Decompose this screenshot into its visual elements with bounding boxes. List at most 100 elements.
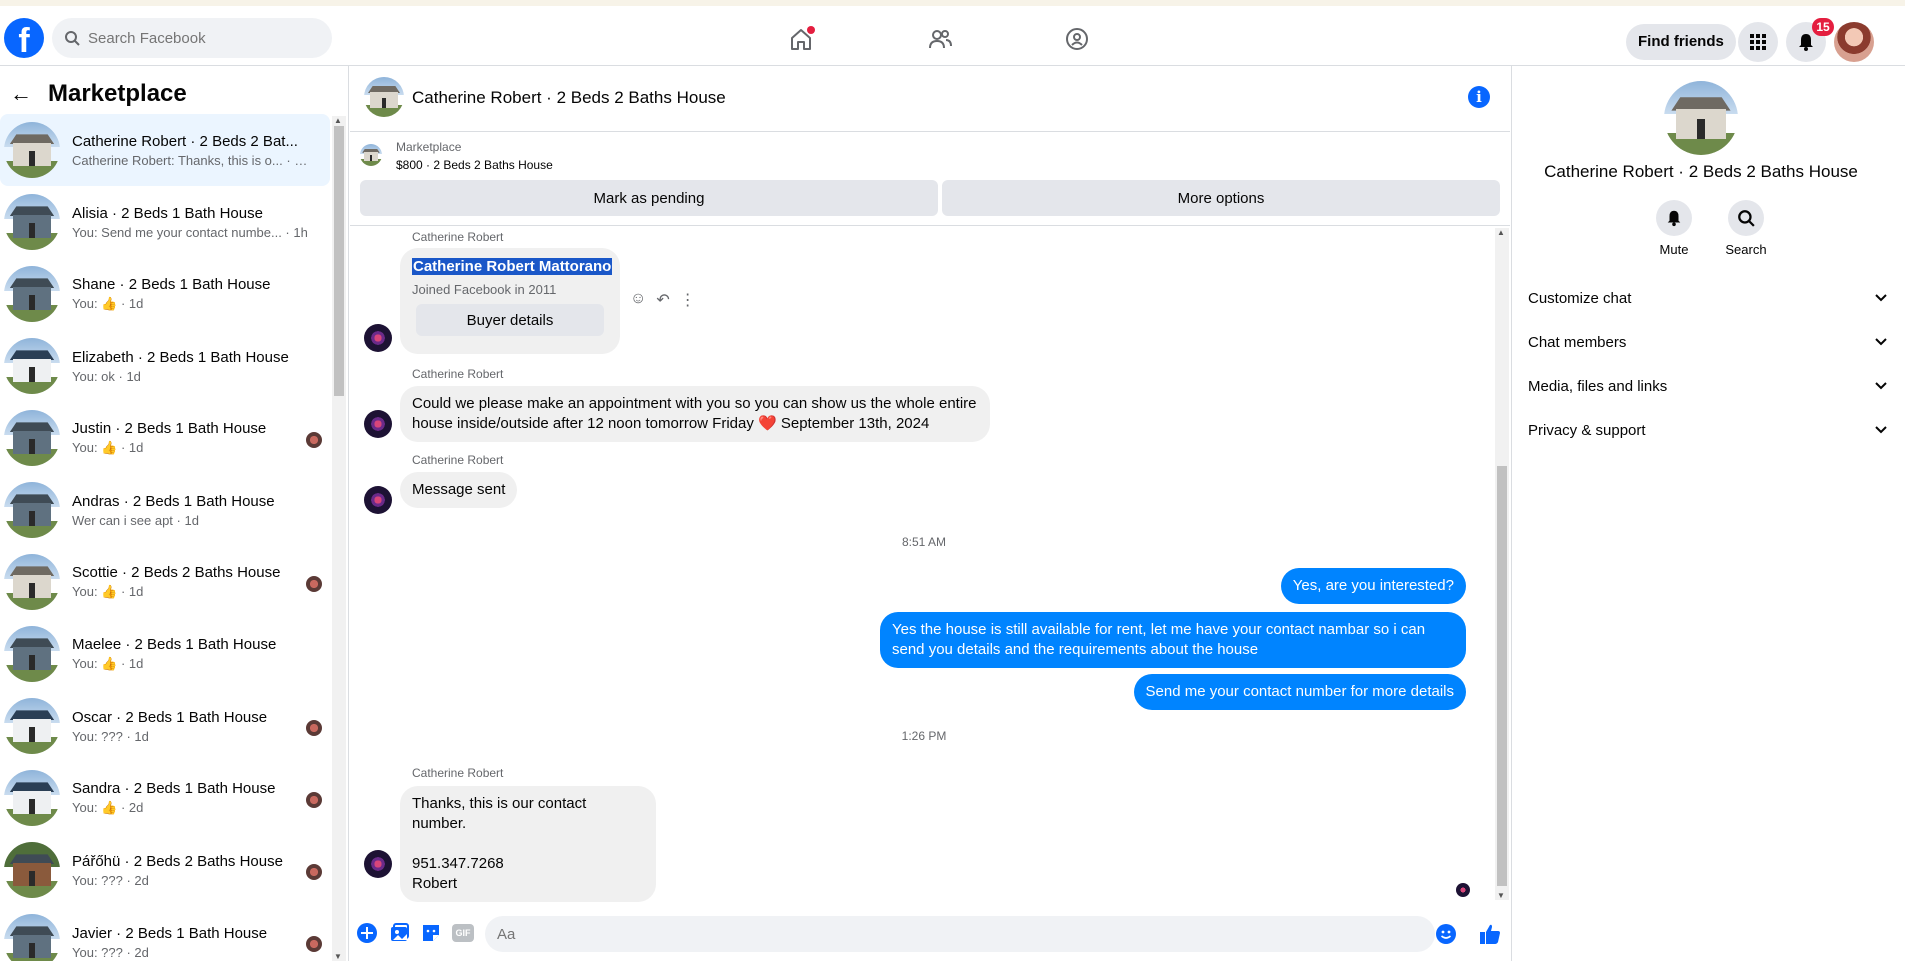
- sidebar-scrollbar-thumb[interactable]: [334, 126, 344, 396]
- mute-button[interactable]: Mute: [1644, 200, 1704, 257]
- scroll-down-arrow-icon[interactable]: ▼: [334, 952, 342, 961]
- chat-members-row[interactable]: Chat members: [1528, 320, 1888, 364]
- seen-by-avatar: [306, 864, 322, 880]
- message-composer: GIF: [350, 902, 1510, 961]
- top-navigation: f Find friends 15: [0, 0, 1905, 66]
- search-icon: [65, 31, 80, 46]
- sender-avatar[interactable]: [364, 324, 392, 352]
- incoming-message[interactable]: Could we please make an appointment with…: [400, 386, 990, 442]
- find-friends-button[interactable]: Find friends: [1626, 24, 1736, 60]
- conversation-item[interactable]: Javier · 2 Beds 1 Bath House You: ??? · 2…: [0, 906, 330, 961]
- message-timestamp: 1:26 PM: [901, 729, 947, 743]
- sender-name: Catherine Robert: [412, 367, 504, 381]
- conversation-preview: You: 👍 · 1d: [72, 584, 144, 599]
- conversation-preview: You: ??? · 2d: [72, 944, 149, 960]
- buyer-profile-card: Catherine Robert Mattorano Joined Facebo…: [400, 248, 620, 354]
- chat-listing-thumbnail[interactable]: [364, 77, 404, 117]
- row-label: Privacy & support: [1528, 421, 1646, 439]
- sender-avatar[interactable]: [364, 410, 392, 438]
- conversation-item[interactable]: Elizabeth · 2 Beds 1 Bath House You: ok ·…: [0, 330, 330, 402]
- message-line: Robert: [412, 875, 458, 892]
- menu-grid-icon[interactable]: [1738, 22, 1778, 62]
- marketplace-sidebar: ← Marketplace Catherine Robert · 2 Beds …: [0, 66, 349, 961]
- customize-chat-row[interactable]: Customize chat: [1528, 276, 1888, 320]
- conversation-item[interactable]: Andras · 2 Beds 1 Bath House Wer can i se…: [0, 474, 330, 546]
- buyer-joined-date: Joined Facebook in 2011: [412, 282, 557, 297]
- gif-icon[interactable]: GIF: [452, 924, 474, 942]
- privacy-support-row[interactable]: Privacy & support: [1528, 408, 1888, 452]
- listing-photo[interactable]: [1664, 81, 1738, 155]
- friends-icon[interactable]: [925, 24, 955, 54]
- conversation-item[interactable]: Catherine Robert · 2 Beds 2 Bat... Cather…: [0, 114, 330, 186]
- listing-thumbnail: [4, 770, 60, 826]
- home-icon[interactable]: [786, 24, 816, 54]
- conversation-item[interactable]: Maelee · 2 Beds 1 Bath House You: 👍 · 1d: [0, 618, 330, 690]
- search-input[interactable]: [88, 29, 308, 47]
- listing-thumbnail: [4, 338, 60, 394]
- details-title: Catherine Robert · 2 Beds 2 Baths House: [1544, 162, 1858, 181]
- outgoing-message[interactable]: Yes the house is still available for ren…: [880, 612, 1466, 668]
- chat-title[interactable]: Catherine Robert · 2 Beds 2 Baths House: [412, 88, 726, 108]
- plus-circle-icon[interactable]: [356, 922, 378, 944]
- more-options-button[interactable]: More options: [942, 180, 1500, 216]
- account-avatar[interactable]: [1834, 22, 1874, 62]
- message-line: Thanks, this is our contact number.: [412, 795, 587, 832]
- scroll-down-arrow-icon[interactable]: ▼: [1497, 891, 1505, 900]
- search-bar[interactable]: [52, 18, 332, 58]
- conversation-item[interactable]: Scottie · 2 Beds 2 Baths House You: 👍 · 1…: [0, 546, 330, 618]
- conversation-name: Sandra · 2 Beds 1 Bath House: [72, 780, 276, 797]
- conversation-name: Elizabeth · 2 Beds 1 Bath House: [72, 348, 289, 366]
- mute-label: Mute: [1659, 242, 1689, 257]
- incoming-message[interactable]: Thanks, this is our contact number. 951.…: [400, 786, 656, 902]
- photo-attach-icon[interactable]: [388, 922, 410, 944]
- media-files-links-row[interactable]: Media, files and links: [1528, 364, 1888, 408]
- more-actions-icon[interactable]: ⋮: [680, 290, 696, 310]
- incoming-message[interactable]: Message sent: [400, 472, 518, 508]
- groups-icon[interactable]: [1062, 24, 1092, 54]
- sender-name: Catherine Robert: [412, 453, 504, 467]
- sidebar-scrollbar[interactable]: ▲ ▼: [332, 116, 346, 961]
- sidebar-title: Marketplace: [48, 80, 187, 107]
- conversation-item[interactable]: Alisia · 2 Beds 1 Bath House You: Send me…: [0, 186, 330, 258]
- facebook-logo-icon[interactable]: f: [4, 18, 44, 58]
- scroll-up-arrow-icon[interactable]: ▲: [1497, 228, 1505, 237]
- search-in-chat-button[interactable]: Search: [1716, 200, 1776, 257]
- sticker-icon[interactable]: [420, 922, 442, 944]
- buyer-profile-name[interactable]: Catherine Robert Mattorano: [412, 258, 613, 275]
- scroll-up-arrow-icon[interactable]: ▲: [334, 116, 342, 125]
- conversation-item[interactable]: Pářőhü · 2 Beds 2 Baths House You: ??? · …: [0, 834, 330, 906]
- message-input[interactable]: [485, 916, 1435, 952]
- conversation-name: Shane · 2 Beds 1 Bath House: [72, 276, 271, 293]
- conversation-preview: You: Send me your contact numbe... · 1h: [72, 224, 308, 240]
- reply-icon[interactable]: ↶: [656, 290, 669, 310]
- chat-scrollbar-thumb[interactable]: [1497, 466, 1507, 886]
- outgoing-message[interactable]: Yes, are you interested?: [1280, 568, 1466, 604]
- buyer-details-button[interactable]: Buyer details: [416, 304, 604, 336]
- listing-thumbnail: [4, 626, 60, 682]
- mark-as-pending-button[interactable]: Mark as pending: [360, 180, 938, 216]
- react-emoji-icon[interactable]: ☺: [630, 290, 646, 310]
- mute-bell-icon: [1667, 210, 1681, 227]
- chat-scrollbar[interactable]: ▲ ▼: [1495, 228, 1509, 900]
- back-arrow-icon[interactable]: ←: [10, 81, 32, 107]
- sender-avatar[interactable]: [364, 850, 392, 878]
- conversation-name: Catherine Robert · 2 Beds 2 Bat...: [72, 132, 298, 150]
- listing-label: Marketplace: [396, 140, 462, 154]
- row-label: Media, files and links: [1528, 377, 1668, 395]
- listing-thumbnail[interactable]: [360, 144, 382, 166]
- thumbs-up-like-icon[interactable]: [1478, 922, 1502, 946]
- outgoing-message[interactable]: Send me your contact number for more det…: [1133, 674, 1466, 710]
- home-notification-dot: [807, 26, 815, 34]
- conversation-item[interactable]: Justin · 2 Beds 1 Bath House You: 👍 · 1d: [0, 402, 330, 474]
- search-label: Search: [1725, 242, 1767, 257]
- info-icon[interactable]: i: [1468, 86, 1490, 108]
- conversation-item[interactable]: Oscar · 2 Beds 1 Bath House You: ??? · 1d: [0, 690, 330, 762]
- conversation-item[interactable]: Sandra · 2 Beds 1 Bath House You: 👍 · 2d: [0, 762, 330, 834]
- chevron-down-icon: [1875, 338, 1887, 346]
- message-line: 951.347.7268: [412, 855, 504, 872]
- sender-avatar[interactable]: [364, 486, 392, 514]
- emoji-picker-icon[interactable]: [1436, 924, 1456, 944]
- conversation-item[interactable]: Shane · 2 Beds 1 Bath House You: 👍 · 1d: [0, 258, 330, 330]
- listing-price[interactable]: $800 · 2 Beds 2 Baths House: [396, 158, 553, 172]
- conversation-preview: Catherine Robert: Thanks, this is o... ·…: [72, 152, 312, 168]
